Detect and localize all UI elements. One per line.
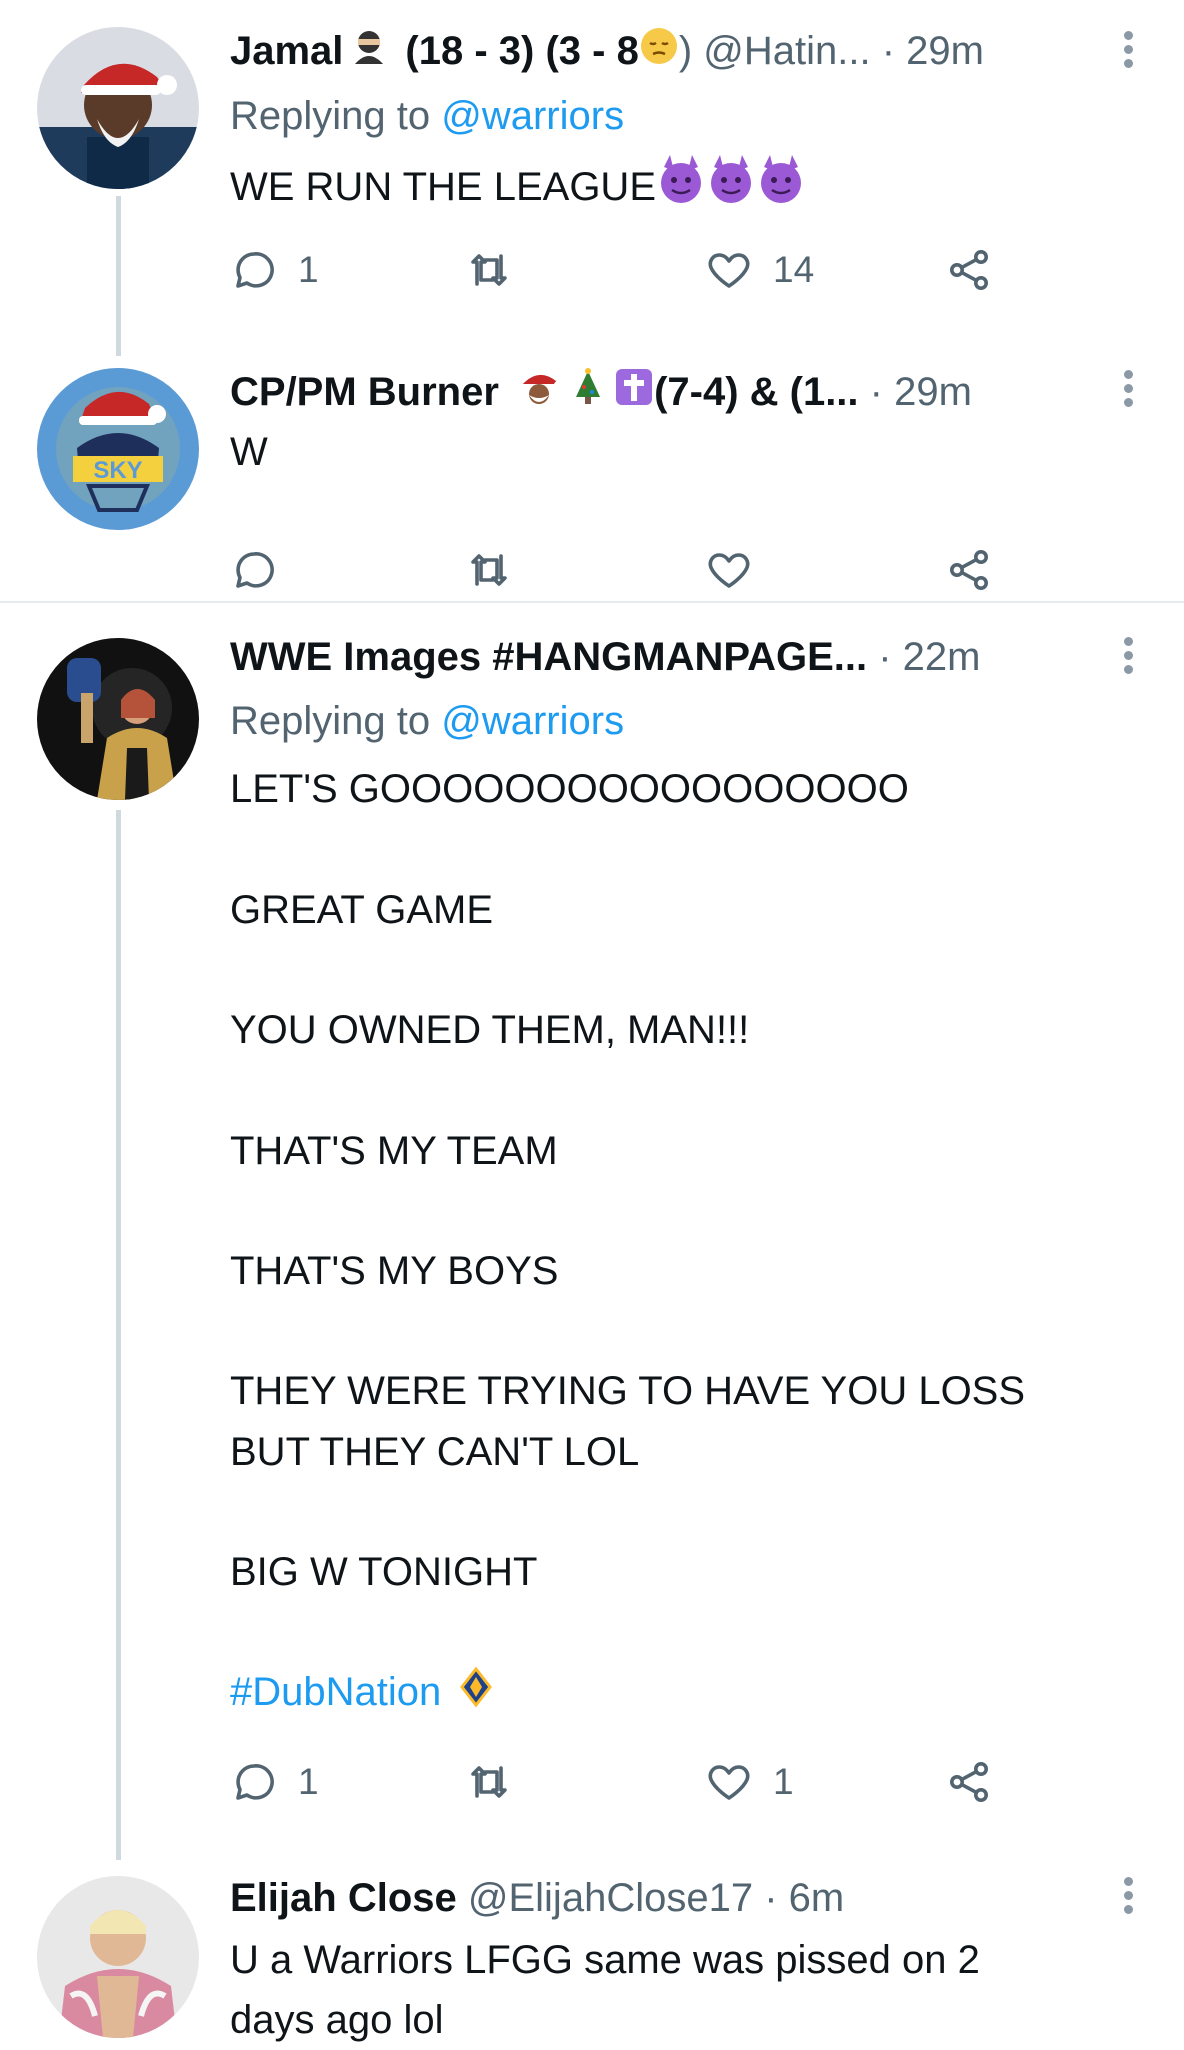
heart-icon xyxy=(708,553,750,588)
tweet-line: GREAT GAME xyxy=(230,888,494,932)
tweet-line: YOU OWNED THEM, MAN!!! xyxy=(230,1008,750,1052)
tweet-line: THEY WERE TRYING TO HAVE YOU LOSS xyxy=(230,1369,1026,1413)
tweet-line: U a Warriors LFGG same was pissed on 2 xyxy=(230,1938,980,1982)
reply-button[interactable]: 1 xyxy=(230,240,319,300)
tweet-line: days ago lol xyxy=(230,1998,444,2042)
tweet-line: THAT'S MY BOYS xyxy=(230,1249,559,1293)
timestamp[interactable]: · 29m xyxy=(882,29,984,73)
handle[interactable]: ) @Hatin... xyxy=(679,29,871,73)
reply-icon xyxy=(236,1764,274,1800)
replying-to: Replying to @warriors xyxy=(230,88,624,144)
like-button[interactable]: 1 xyxy=(705,1752,794,1812)
mention-link[interactable]: @warriors xyxy=(441,94,624,138)
handle[interactable]: @ElijahClose17 xyxy=(468,1876,753,1920)
retweet-icon xyxy=(471,1766,507,1798)
pensive-face-icon xyxy=(639,25,679,81)
tweet-actions: 1 1 xyxy=(230,1752,1030,1812)
tweet-text: W xyxy=(230,422,1124,482)
share-button[interactable] xyxy=(945,240,993,300)
more-vertical-icon[interactable] xyxy=(1116,28,1140,78)
warriors-logo-icon xyxy=(460,1664,493,1724)
reply-count: 1 xyxy=(298,249,319,290)
latin-cross-icon xyxy=(614,366,654,422)
record-stats: (7-4) & (1... xyxy=(654,370,859,414)
timestamp[interactable]: · 22m xyxy=(878,635,980,679)
tweet-elijah-close[interactable]: Elijah Close @ElijahClose17 · 6m U a War… xyxy=(0,1846,1184,2048)
share-icon xyxy=(950,550,988,590)
display-name[interactable]: CP/PM Burner xyxy=(230,370,499,414)
mention-link[interactable]: @warriors xyxy=(441,699,624,743)
like-button[interactable] xyxy=(705,540,753,600)
ninja-emoji-icon xyxy=(349,25,389,81)
tweet-header: CP/PM Burner (7-4) & (1... · 29m xyxy=(230,364,1124,420)
divider xyxy=(0,601,1184,603)
heart-icon xyxy=(708,253,750,288)
replying-to-label: Replying to xyxy=(230,699,431,743)
tweet-cp-pm-burner[interactable]: SKY CP/PM Burner (7-4) & (1... · 29m W xyxy=(0,345,1184,603)
tweet-text-content: WE RUN THE LEAGUE xyxy=(230,165,656,210)
santa-emoji-icon xyxy=(516,366,563,422)
timestamp[interactable]: · 29m xyxy=(870,370,972,414)
reply-icon xyxy=(236,552,274,588)
thread-line xyxy=(116,196,121,356)
tweet-text: U a Warriors LFGG same was pissed on 2 d… xyxy=(230,1930,1124,2050)
avatar[interactable] xyxy=(37,1876,199,2038)
hashtag-line: #DubNation xyxy=(230,1662,1124,1724)
share-button[interactable] xyxy=(945,540,993,600)
avatar-label: SKY xyxy=(93,457,142,484)
share-button[interactable] xyxy=(945,1752,993,1812)
more-vertical-icon[interactable] xyxy=(1116,367,1140,417)
record-stats: (18 - 3) (3 - 8 xyxy=(405,29,639,73)
tweet-actions: 1 14 xyxy=(230,240,1030,300)
tweet-wwe-images[interactable]: WWE Images #HANGMANPAGE... · 22m Replyin… xyxy=(0,604,1184,1860)
more-vertical-icon[interactable] xyxy=(1116,1874,1140,1924)
avatar[interactable] xyxy=(37,27,199,189)
retweet-icon xyxy=(471,554,507,586)
more-vertical-icon[interactable] xyxy=(1116,634,1140,684)
tweet-header: Elijah Close @ElijahClose17 · 6m xyxy=(230,1870,1124,1926)
replying-to: Replying to @warriors xyxy=(230,693,624,749)
tweet-text: WE RUN THE LEAGUE xyxy=(230,155,1124,224)
display-name[interactable]: Elijah Close xyxy=(230,1876,457,1920)
avatar[interactable] xyxy=(37,638,199,800)
tweet-jamal[interactable]: Jamal (18 - 3) (3 - 8 ) @Hatin... · 29m … xyxy=(0,0,1184,356)
tweet-line: BIG W TONIGHT xyxy=(230,1550,538,1594)
retweet-button[interactable] xyxy=(465,240,513,300)
display-name[interactable]: WWE Images #HANGMANPAGE... xyxy=(230,635,867,679)
tweet-text-content: W xyxy=(230,430,268,474)
display-name[interactable]: Jamal xyxy=(230,29,343,73)
avatar[interactable]: SKY xyxy=(37,368,199,530)
reply-button[interactable]: 1 xyxy=(230,1752,319,1812)
retweet-button[interactable] xyxy=(465,1752,513,1812)
tweet-line: THAT'S MY TEAM xyxy=(230,1129,558,1173)
reply-button[interactable] xyxy=(230,540,278,600)
tweet-line: BUT THEY CAN'T LOL xyxy=(230,1430,640,1474)
share-icon xyxy=(950,1762,988,1802)
like-button[interactable]: 14 xyxy=(705,240,814,300)
christmas-tree-icon xyxy=(568,366,608,422)
tweet-actions xyxy=(230,540,1030,600)
retweet-button[interactable] xyxy=(465,540,513,600)
like-count: 14 xyxy=(773,249,815,290)
tweet-header: WWE Images #HANGMANPAGE... · 22m xyxy=(230,629,1124,685)
like-count: 1 xyxy=(773,1761,794,1802)
heart-icon xyxy=(708,1765,750,1800)
tweet-line: LET'S GOOOOOOOOOOOOOOOOO xyxy=(230,767,909,811)
replying-to-label: Replying to xyxy=(230,94,431,138)
retweet-icon xyxy=(471,254,507,286)
smiling-imp-icon xyxy=(656,155,806,224)
tweet-header: Jamal (18 - 3) (3 - 8 ) @Hatin... · 29m xyxy=(230,23,1124,79)
reply-icon xyxy=(236,252,274,288)
share-icon xyxy=(950,250,988,290)
reply-count: 1 xyxy=(298,1761,319,1802)
hashtag-link[interactable]: #DubNation xyxy=(230,1670,441,1714)
thread-line xyxy=(116,810,121,1860)
timestamp[interactable]: · 6m xyxy=(764,1876,844,1920)
